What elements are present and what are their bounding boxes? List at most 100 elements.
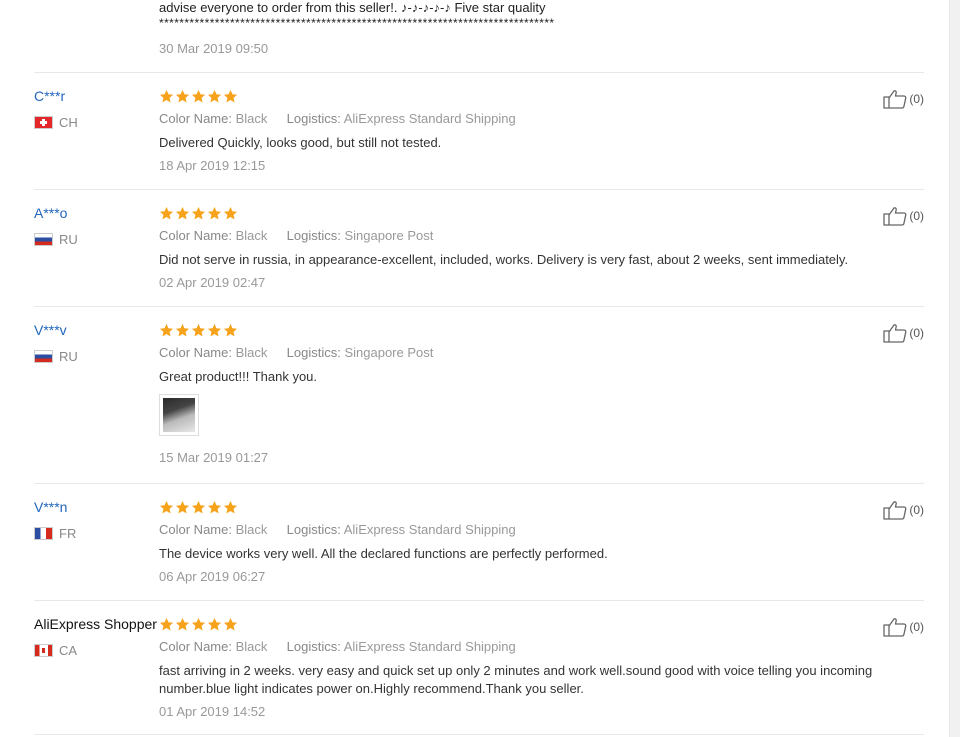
star-rating xyxy=(159,321,919,339)
country-flag-icon xyxy=(34,233,53,246)
review-content: Color Name: Black Logistics: AliExpress … xyxy=(159,498,919,584)
country-flag-icon xyxy=(34,527,53,540)
review-divider xyxy=(34,72,924,73)
thumbs-up-icon xyxy=(883,206,909,226)
star-icon xyxy=(223,323,238,338)
reviewer-country: RU xyxy=(34,349,78,364)
logistics-label: Logistics: xyxy=(286,639,341,654)
helpful-count: (0) xyxy=(909,326,924,340)
previous-review-text: advise everyone to order from this selle… xyxy=(159,0,546,15)
review-content: Color Name: Black Logistics: Singapore P… xyxy=(159,204,919,290)
star-icon xyxy=(223,500,238,515)
order-meta: Color Name: Black Logistics: AliExpress … xyxy=(159,522,919,537)
review-divider xyxy=(34,734,924,735)
star-icon xyxy=(159,89,174,104)
country-flag-icon xyxy=(34,644,53,657)
reviewer-name[interactable]: V***n xyxy=(34,498,76,516)
review-item: V***v RU Color Name: Black Logistics: Si… xyxy=(0,321,940,481)
star-icon xyxy=(207,617,222,632)
thumbs-up-icon xyxy=(883,89,909,109)
star-icon xyxy=(207,500,222,515)
country-flag-icon xyxy=(34,116,53,129)
country-code: RU xyxy=(59,349,78,364)
review-photo xyxy=(163,398,195,432)
star-icon xyxy=(191,617,206,632)
helpful-button[interactable]: (0) xyxy=(883,617,924,637)
star-icon xyxy=(159,323,174,338)
country-code: RU xyxy=(59,232,78,247)
reviewer-info: A***o RU xyxy=(34,204,78,247)
helpful-button[interactable]: (0) xyxy=(883,89,924,109)
star-rating xyxy=(159,204,919,222)
previous-review-fragment: advise everyone to order from this selle… xyxy=(159,0,919,56)
helpful-count: (0) xyxy=(909,620,924,634)
star-icon xyxy=(207,89,222,104)
thumbs-up-icon xyxy=(883,500,909,520)
reviewer-name[interactable]: C***r xyxy=(34,87,78,105)
star-icon xyxy=(207,323,222,338)
review-date: 02 Apr 2019 02:47 xyxy=(159,275,266,290)
review-date: 18 Apr 2019 12:15 xyxy=(159,158,266,173)
star-rating xyxy=(159,615,919,633)
color-name-value: Black xyxy=(235,522,268,537)
star-icon xyxy=(223,617,238,632)
logistics-label: Logistics: xyxy=(286,522,341,537)
country-code: FR xyxy=(59,526,77,541)
scrollbar[interactable] xyxy=(949,0,960,737)
order-meta: Color Name: Black Logistics: AliExpress … xyxy=(159,111,919,126)
logistics-value: AliExpress Standard Shipping xyxy=(343,522,516,537)
logistics-label: Logistics: xyxy=(286,345,341,360)
helpful-count: (0) xyxy=(909,92,924,106)
review-photo-thumbnail[interactable] xyxy=(159,394,199,436)
star-icon xyxy=(207,206,222,221)
country-code: CH xyxy=(59,115,78,130)
star-icon xyxy=(191,206,206,221)
review-content: Color Name: Black Logistics: Singapore P… xyxy=(159,321,919,465)
country-flag-icon xyxy=(34,350,53,363)
star-icon xyxy=(223,206,238,221)
logistics-value: AliExpress Standard Shipping xyxy=(343,111,516,126)
logistics-label: Logistics: xyxy=(286,228,341,243)
country-code: CA xyxy=(59,643,78,658)
review-divider xyxy=(34,483,924,484)
star-icon xyxy=(175,500,190,515)
previous-review-asterisks: ****************************************… xyxy=(159,16,555,30)
thumbs-up-icon xyxy=(883,617,909,637)
helpful-button[interactable]: (0) xyxy=(883,323,924,343)
star-icon xyxy=(159,617,174,632)
review-divider xyxy=(34,189,924,190)
review-date: 06 Apr 2019 06:27 xyxy=(159,569,266,584)
review-date: 15 Mar 2019 01:27 xyxy=(159,450,269,465)
star-icon xyxy=(191,323,206,338)
review-item: A***o RU Color Name: Black Logistics: Si… xyxy=(0,204,940,304)
order-meta: Color Name: Black Logistics: Singapore P… xyxy=(159,345,919,360)
reviewer-name[interactable]: A***o xyxy=(34,204,78,222)
color-name-label: Color Name: xyxy=(159,111,232,126)
review-content: Color Name: Black Logistics: AliExpress … xyxy=(159,615,919,719)
color-name-label: Color Name: xyxy=(159,639,232,654)
star-icon xyxy=(175,206,190,221)
helpful-count: (0) xyxy=(909,209,924,223)
color-name-label: Color Name: xyxy=(159,228,232,243)
reviewer-country: CH xyxy=(34,115,78,130)
helpful-button[interactable]: (0) xyxy=(883,206,924,226)
review-item: V***n FR Color Name: Black Logistics: Al… xyxy=(0,498,940,598)
thumbs-up-icon xyxy=(883,323,909,343)
reviewer-info: V***v RU xyxy=(34,321,78,364)
star-icon xyxy=(191,500,206,515)
star-icon xyxy=(175,89,190,104)
color-name-label: Color Name: xyxy=(159,345,232,360)
helpful-button[interactable]: (0) xyxy=(883,500,924,520)
reviewer-name[interactable]: V***v xyxy=(34,321,78,339)
color-name-value: Black xyxy=(235,111,268,126)
logistics-value: Singapore Post xyxy=(344,345,434,360)
review-content: Color Name: Black Logistics: AliExpress … xyxy=(159,87,919,173)
review-divider xyxy=(34,600,924,601)
color-name-label: Color Name: xyxy=(159,522,232,537)
logistics-value: AliExpress Standard Shipping xyxy=(343,639,516,654)
previous-review-date: 30 Mar 2019 09:50 xyxy=(159,41,269,56)
review-item: AliExpress Shopper CA Color Name: Black … xyxy=(0,615,940,735)
helpful-count: (0) xyxy=(909,503,924,517)
review-date: 01 Apr 2019 14:52 xyxy=(159,704,266,719)
reviewer-info: C***r CH xyxy=(34,87,78,130)
